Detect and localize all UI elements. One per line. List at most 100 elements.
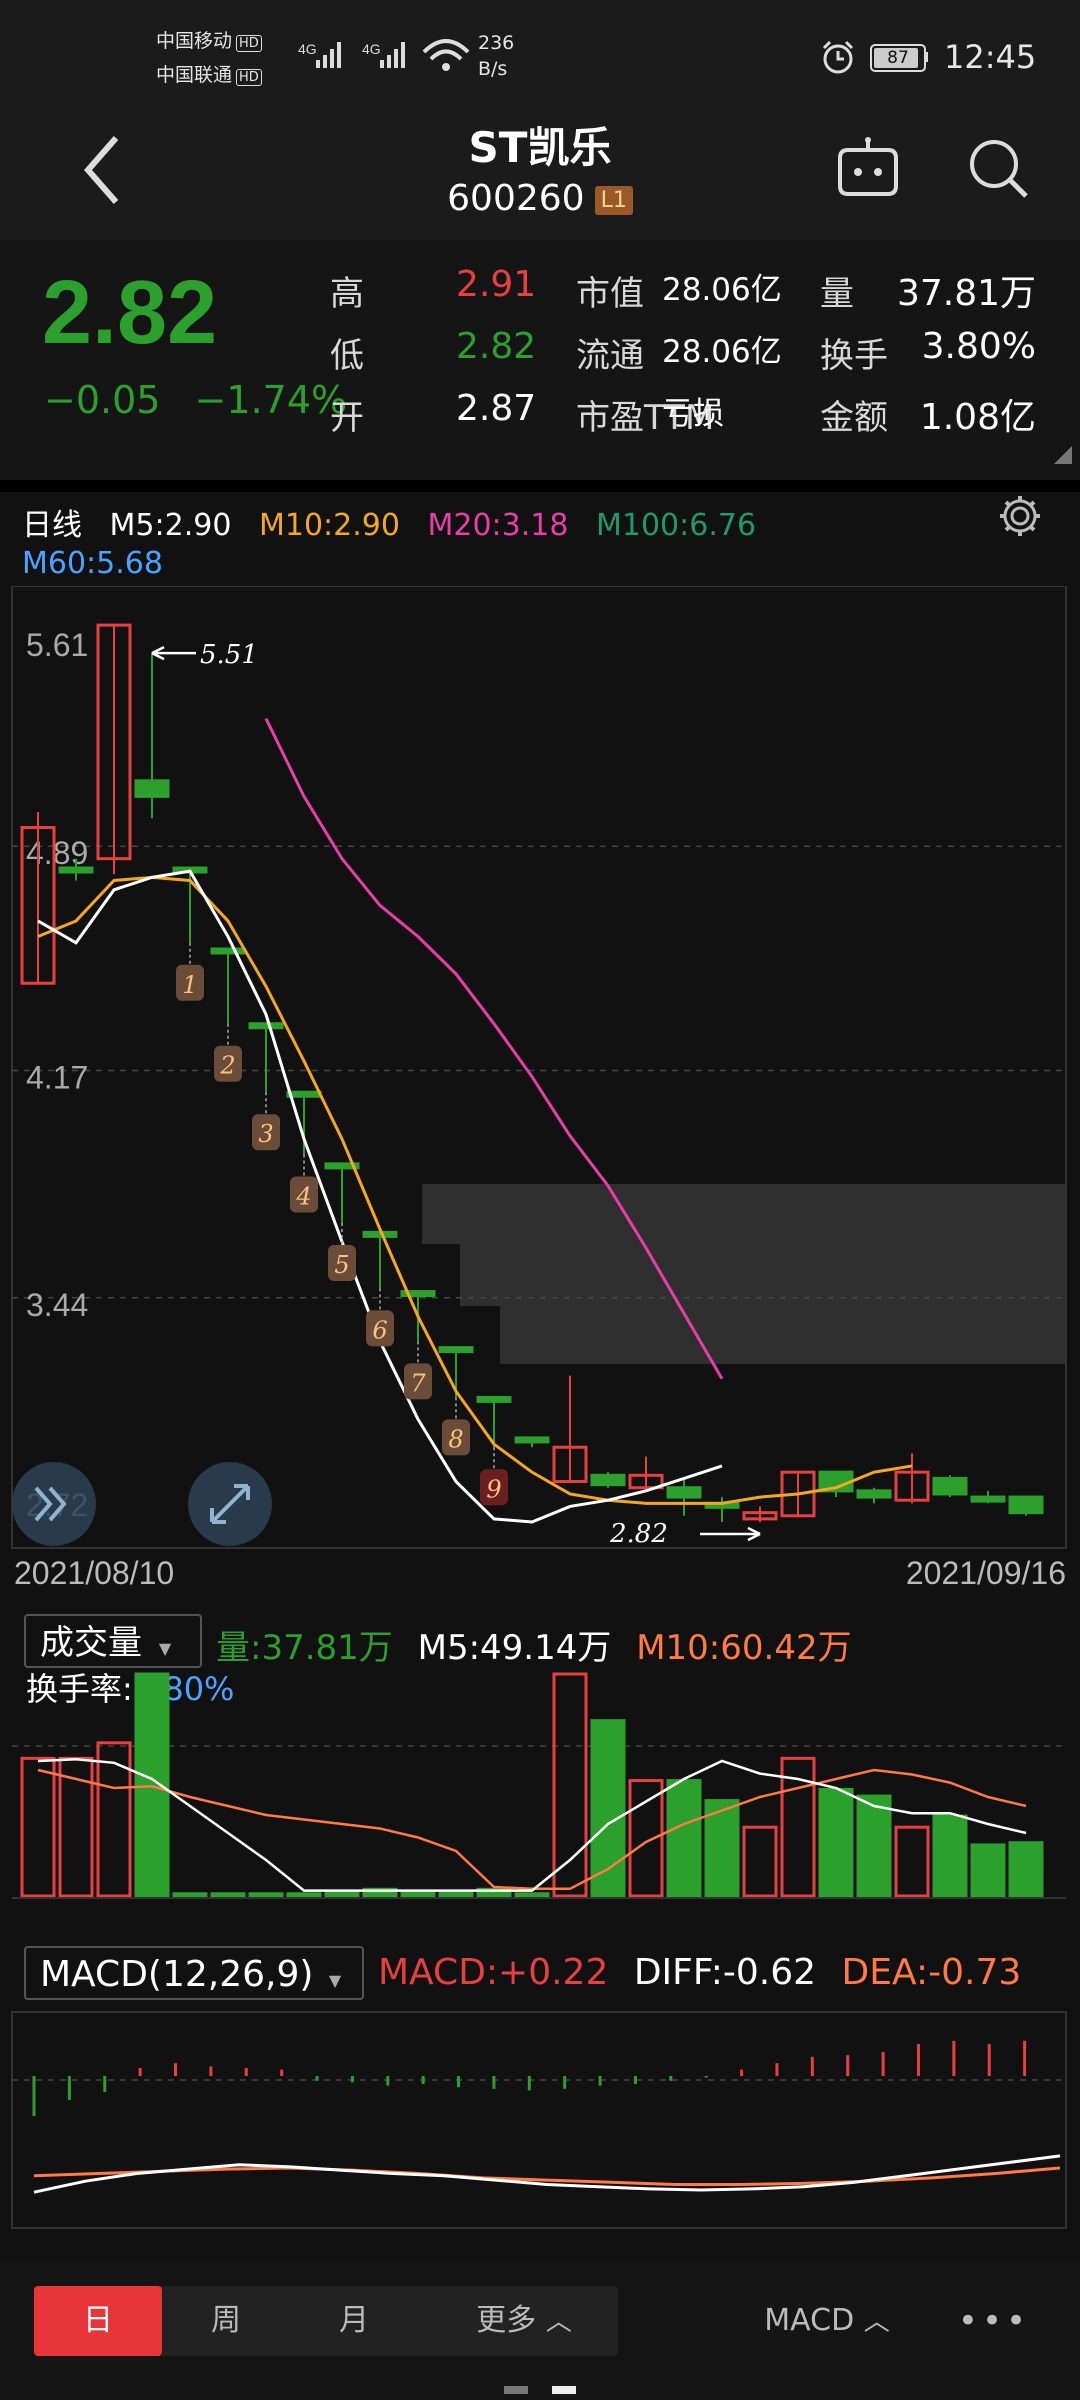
status-bar: 中国移动 HD 中国联通 HD 4G 4G 236 B/s 87 12:45 — [0, 0, 1080, 120]
volume-bar — [742, 1825, 778, 1898]
volume-bar — [818, 1787, 854, 1898]
ma5-value: M5:2.90 — [109, 508, 232, 543]
carrier-1: 中国移动 HD — [156, 26, 262, 53]
battery-icon: 87 — [870, 44, 926, 72]
quote-value: 2.87 — [456, 388, 537, 429]
low-arrow-icon — [700, 1526, 761, 1542]
settings-gear-icon[interactable] — [996, 492, 1044, 540]
quote-value: 2.91 — [456, 264, 537, 305]
divider — [0, 480, 1080, 492]
net-type-1: 4G — [298, 41, 317, 57]
volume-bar — [666, 1779, 702, 1898]
quote-label: 流通 — [576, 336, 644, 376]
macd-indicator-select[interactable]: MACD(12,26,9) ▼ — [24, 1946, 364, 2000]
page-indicator-1 — [504, 2386, 528, 2394]
expand-corner-icon[interactable] — [1054, 446, 1072, 464]
hd-badge-2: HD — [236, 69, 262, 86]
level-badge: L1 — [594, 185, 633, 215]
net-speed: 236 B/s — [478, 30, 514, 82]
chevron-up-icon: ︿ — [863, 2307, 890, 2337]
volume-bar — [894, 1825, 930, 1898]
volume-bar — [514, 1892, 550, 1898]
signal-icon: 4G 4G — [298, 39, 470, 71]
current-price: 2.82 — [42, 263, 218, 363]
low-price-marker: 2.82 — [609, 1519, 668, 1549]
candle-body — [932, 1476, 968, 1496]
tab-more[interactable]: 更多 ︿ — [430, 2286, 618, 2356]
quote-value: 28.06亿 — [662, 334, 782, 370]
annotation-number: 3 — [258, 1120, 273, 1148]
net-speed-value: 236 — [478, 32, 515, 54]
net-speed-unit: B/s — [478, 58, 508, 80]
quote-label: 高 — [330, 274, 364, 314]
volume-bar — [438, 1890, 474, 1898]
quote-row: 低 2.82 流通 28.06亿 换手 3.80% — [330, 324, 1050, 380]
annotation-number: 9 — [486, 1475, 501, 1503]
quote-label: 换手 — [820, 336, 888, 376]
candle-body — [666, 1486, 702, 1499]
candle-body — [286, 1090, 322, 1098]
quote-label: 金额 — [820, 398, 888, 438]
battery-tip — [924, 52, 928, 62]
net-type-2: 4G — [362, 41, 381, 57]
indicator-tab[interactable]: MACD ︿ — [752, 2286, 902, 2356]
macd-indicator-label: MACD(12,26,9) — [40, 1954, 314, 1995]
quote-value: 1.08亿 — [919, 397, 1036, 438]
ma60-value: M60:5.68 — [22, 546, 163, 581]
macd-value: MACD:+0.22 — [378, 1952, 609, 1993]
tab-month-label: 月 — [339, 2303, 369, 2338]
price-tick-label: 4.17 — [26, 1059, 88, 1095]
candle-body — [856, 1489, 892, 1499]
diff-line — [33, 2154, 1061, 2194]
quote-row: 开 2.87 市盈TTM 亏损 金额 1.08亿 — [330, 386, 1050, 442]
dea-value: DEA:-0.73 — [841, 1952, 1022, 1993]
quote-value: 3.80% — [921, 326, 1036, 367]
date-end: 2021/09/16 — [906, 1555, 1066, 1586]
candlestick-chart[interactable]: 5.614.894.173.442.721234567895.512.82202… — [0, 586, 1080, 1586]
search-icon[interactable] — [964, 134, 1034, 204]
volume-bar — [552, 1672, 588, 1898]
tab-week[interactable]: 周 — [162, 2286, 290, 2356]
price-change-row: −0.05 −1.74% — [44, 378, 347, 422]
ma100-value: M100:6.76 — [596, 508, 757, 543]
stock-name: ST凯乐 — [468, 123, 612, 172]
volume-bar — [970, 1843, 1006, 1898]
annotation-number: 1 — [182, 971, 197, 999]
battery-level: 87 — [887, 48, 909, 68]
candle-body — [1008, 1495, 1044, 1515]
volume-bar — [324, 1890, 360, 1898]
price-tick-label: 5.61 — [26, 627, 88, 663]
robot-assistant-icon[interactable] — [832, 136, 904, 202]
volume-bar — [96, 1741, 132, 1898]
period-label[interactable]: 日线 — [22, 508, 82, 543]
gap-zone — [422, 1184, 1066, 1364]
tab-month[interactable]: 月 — [290, 2286, 418, 2356]
clock: 12:45 — [944, 38, 1037, 76]
annotation-number: 2 — [219, 1052, 235, 1080]
quote-label: 市值 — [576, 274, 644, 314]
price-tick-label: 4.89 — [26, 835, 88, 871]
candle-body — [970, 1495, 1006, 1503]
tab-day[interactable]: 日 — [34, 2286, 162, 2356]
candle-body — [476, 1395, 512, 1403]
volume-indicator-label: 成交量 — [40, 1623, 142, 1663]
price-change-pct: −1.74% — [194, 378, 348, 422]
chart-frame — [11, 586, 1067, 1549]
volume-bar — [1008, 1841, 1044, 1898]
annotation-number: 8 — [448, 1425, 463, 1453]
quote-label: 开 — [330, 398, 364, 438]
diff-value: DIFF:-0.62 — [633, 1952, 817, 1993]
candle-body — [438, 1346, 474, 1354]
ma10-value: M10:2.90 — [258, 508, 400, 543]
macd-chart[interactable] — [0, 2010, 1080, 2240]
macd-frame — [11, 2011, 1067, 2229]
ma-legend-row: 日线 M5:2.90 M10:2.90 M20:3.18 M100:6.76 — [22, 500, 756, 544]
volume-chart[interactable] — [0, 1660, 1080, 1900]
more-options-icon[interactable]: ••• — [944, 2286, 1044, 2356]
high-price-marker: 5.51 — [200, 640, 258, 670]
chevron-up-icon: ︿ — [545, 2307, 572, 2337]
carrier-1-label: 中国移动 — [156, 30, 233, 52]
page-indicator-2 — [552, 2386, 576, 2394]
candle-body — [514, 1436, 550, 1444]
candle-body — [58, 866, 94, 874]
